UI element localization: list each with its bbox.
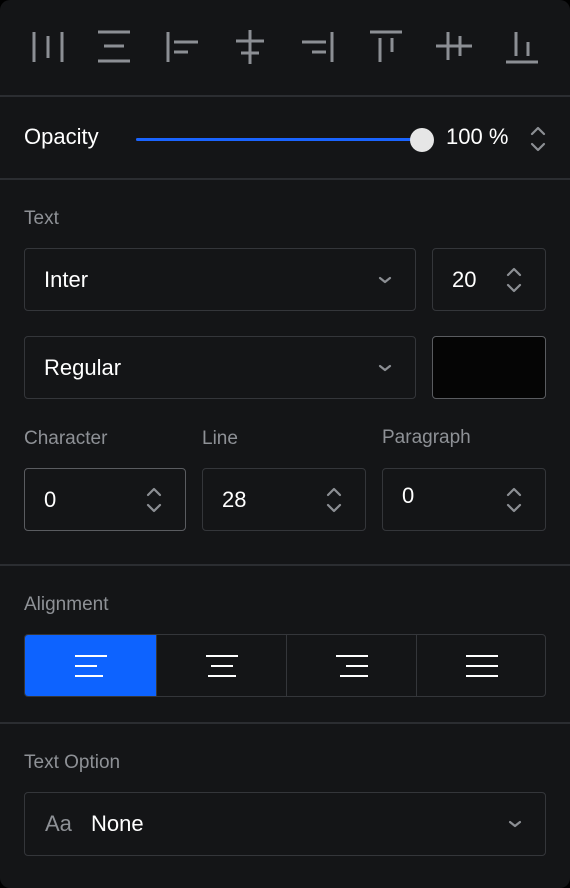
font-size-stepper-icon[interactable] <box>505 265 523 295</box>
character-spacing-value: 0 <box>44 486 57 512</box>
opacity-value: 100 % <box>446 124 509 149</box>
font-weight-dropdown[interactable]: Regular <box>24 336 416 399</box>
font-family-dropdown[interactable]: Inter <box>24 248 416 311</box>
alignment-section-title: Alignment <box>24 594 109 615</box>
align-top-icon[interactable] <box>364 24 408 68</box>
align-text-right-button[interactable] <box>286 635 416 696</box>
chevron-down-icon <box>377 363 393 373</box>
align-right-icon[interactable] <box>296 24 340 68</box>
font-family-value: Inter <box>44 266 89 292</box>
line-height-stepper[interactable]: 28 <box>202 468 366 531</box>
align-bottom-icon[interactable] <box>500 24 544 68</box>
text-case-icon: Aa <box>45 811 72 836</box>
align-horizontal-center-icon[interactable] <box>228 24 272 68</box>
text-align-left-icon <box>74 654 107 677</box>
line-label: Line <box>202 428 238 449</box>
font-size-stepper[interactable]: 20 <box>432 248 546 311</box>
distribute-horizontal-icon[interactable] <box>26 24 70 68</box>
text-option-value: None <box>91 811 144 836</box>
divider <box>0 564 570 566</box>
character-spacing-stepper[interactable]: 0 <box>24 468 186 531</box>
opacity-label: Opacity <box>24 124 99 149</box>
font-weight-value: Regular <box>44 354 122 380</box>
divider <box>0 722 570 724</box>
paragraph-label: Paragraph <box>382 427 471 448</box>
text-section-title: Text <box>24 208 59 229</box>
align-vertical-center-icon[interactable] <box>432 24 476 68</box>
divider <box>0 178 570 180</box>
text-align-justify-icon <box>466 654 498 677</box>
character-label: Character <box>24 428 108 449</box>
line-stepper-icon[interactable] <box>325 485 343 515</box>
align-left-icon[interactable] <box>160 24 204 68</box>
slider-fill <box>136 138 422 141</box>
chevron-down-icon <box>377 275 393 285</box>
text-alignment-segmented-control <box>24 634 546 697</box>
paragraph-spacing-stepper[interactable]: 0 <box>382 468 546 531</box>
align-text-left-button[interactable] <box>25 635 156 696</box>
opacity-slider[interactable] <box>136 124 434 154</box>
text-align-center-icon <box>205 654 238 677</box>
justify-text-button[interactable] <box>416 635 545 696</box>
distribute-vertical-icon[interactable] <box>92 24 136 68</box>
text-option-dropdown[interactable]: Aa None <box>24 792 546 856</box>
align-text-center-button[interactable] <box>156 635 286 696</box>
paragraph-spacing-value: 0 <box>402 482 415 508</box>
line-height-value: 28 <box>222 486 247 512</box>
align-toolbar <box>0 0 570 96</box>
chevron-down-icon <box>507 819 523 829</box>
font-size-value: 20 <box>452 266 477 292</box>
slider-thumb[interactable] <box>410 128 434 152</box>
typography-properties-panel: Opacity 100 % Text Inter 20 Regular Char… <box>0 0 570 888</box>
text-align-right-icon <box>335 654 368 677</box>
character-stepper-icon[interactable] <box>145 485 163 515</box>
text-option-section-title: Text Option <box>24 752 121 773</box>
text-color-swatch[interactable] <box>432 336 546 399</box>
opacity-stepper-icon[interactable] <box>529 124 547 154</box>
paragraph-stepper-icon[interactable] <box>505 485 523 515</box>
divider <box>0 95 570 97</box>
